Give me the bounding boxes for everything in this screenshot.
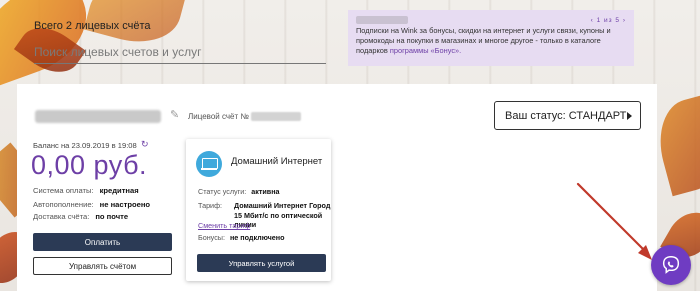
status-button[interactable]: Ваш статус: СТАНДАРТ bbox=[494, 101, 641, 130]
search-input[interactable] bbox=[34, 40, 326, 64]
service-tariff-row: Тариф: Домашний Интернет Город 15 Мбит/с … bbox=[198, 201, 331, 229]
service-status-row: Статус услуги: активна bbox=[198, 187, 280, 196]
promo-title-redacted bbox=[356, 16, 408, 24]
promo-pager[interactable]: ‹ 1 из 5 › bbox=[591, 16, 626, 26]
edit-pencil-icon[interactable]: ✎ bbox=[170, 108, 179, 121]
monitor-icon bbox=[196, 151, 222, 177]
service-card: Домашний Интернет Статус услуги: активна … bbox=[186, 139, 331, 281]
promo-link[interactable]: программы «Бонус». bbox=[390, 46, 461, 55]
accounts-count: Всего 2 лицевых счёта bbox=[34, 20, 151, 32]
payment-system-row: Система оплаты: кредитная bbox=[33, 186, 139, 195]
account-holder-name-redacted bbox=[35, 110, 161, 123]
viber-phone-icon bbox=[662, 256, 680, 274]
bill-delivery-row: Доставка счёта: по почте bbox=[33, 212, 129, 221]
autopay-row: Автопополнение: не настроено bbox=[33, 200, 151, 209]
status-button-label: Ваш статус: СТАНДАРТ bbox=[505, 109, 627, 122]
account-number-redacted bbox=[251, 112, 301, 121]
change-tariff-link[interactable]: Сменить тариф bbox=[198, 221, 250, 230]
service-bonus-row: Бонусы: не подключено bbox=[198, 233, 285, 242]
manage-account-button[interactable]: Управлять счётом bbox=[33, 257, 172, 275]
viber-chat-button[interactable] bbox=[651, 245, 691, 285]
balance-label: Баланс на 23.09.2019 в 19:08 bbox=[33, 141, 137, 150]
service-name: Домашний Интернет bbox=[231, 156, 323, 167]
account-number-label: Лицевой счёт № bbox=[188, 112, 249, 121]
pay-button[interactable]: Оплатить bbox=[33, 233, 172, 251]
promo-banner: ‹ 1 из 5 › Подписки на Wink за бонусы, с… bbox=[348, 10, 634, 66]
chevron-right-icon bbox=[627, 112, 632, 120]
balance-value: 0,00 руб. bbox=[31, 150, 148, 180]
promo-pager-text: 1 из 5 bbox=[596, 17, 621, 24]
refresh-icon[interactable]: ↻ bbox=[141, 139, 149, 150]
manage-service-button[interactable]: Управлять услугой bbox=[197, 254, 326, 272]
